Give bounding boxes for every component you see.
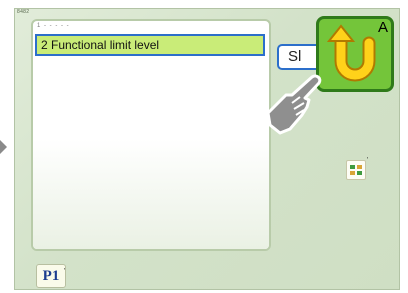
return-button[interactable]: A (316, 16, 394, 92)
grid-button[interactable]: ' (346, 157, 368, 180)
list-item-functional-limit-level[interactable]: 2 Functional limit level (35, 34, 265, 56)
grid-icon (350, 165, 355, 169)
panel-screen: 8482 1 - - - - - 2 Functional limit leve… (14, 8, 400, 290)
return-arrow-icon (326, 24, 376, 82)
page-button-tick: ' (63, 268, 65, 275)
list-header: 1 - - - - - (37, 23, 70, 29)
page-left-arrow-icon[interactable] (0, 138, 7, 156)
page-label: P1 (42, 268, 60, 284)
menu-list-panel: 1 - - - - - 2 Functional limit level (31, 19, 271, 251)
screen-id-label: 8482 (17, 9, 30, 15)
grid-button-tick: ' (366, 157, 368, 164)
page-p1-button[interactable]: P1 ' (36, 264, 66, 288)
pointing-hand-icon (266, 74, 322, 135)
